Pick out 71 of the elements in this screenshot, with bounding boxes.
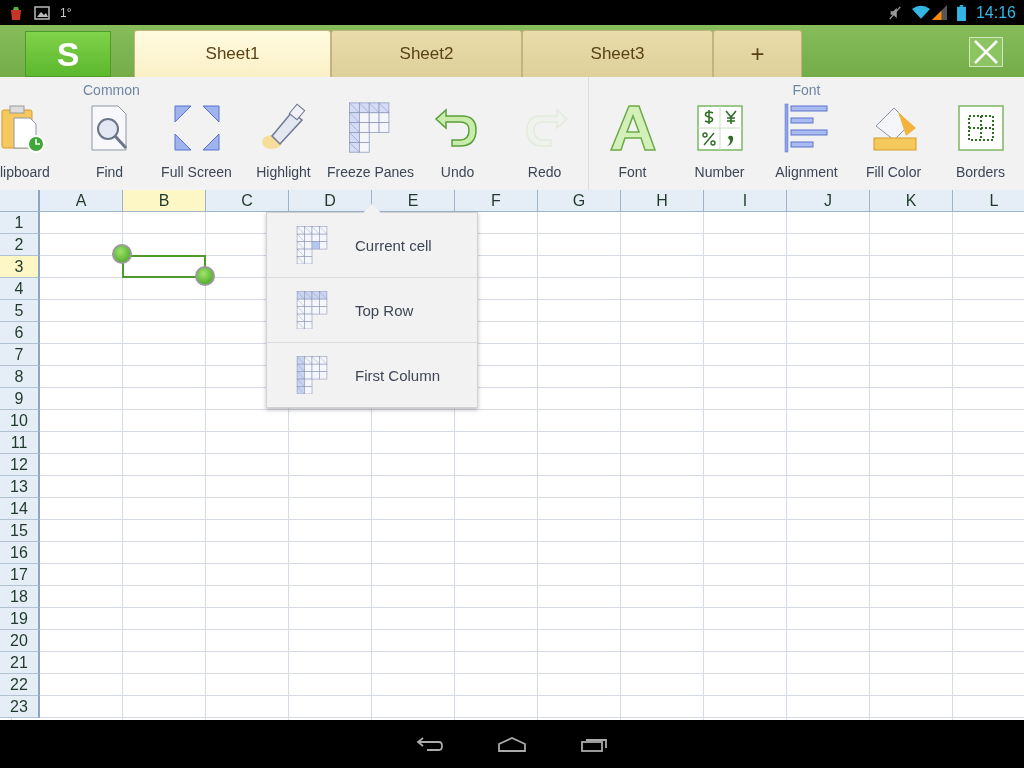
sheet-tab[interactable]: Sheet2 (331, 30, 522, 77)
row-header[interactable]: 10 (0, 410, 40, 432)
column-header[interactable]: C (206, 190, 289, 212)
menu-item[interactable]: Top Row (355, 301, 414, 319)
row-header[interactable]: 21 (0, 652, 40, 674)
row-header[interactable]: 17 (0, 564, 40, 586)
row-header[interactable]: 19 (0, 608, 40, 630)
row-header[interactable]: 18 (0, 586, 40, 608)
tool-label[interactable]: Borders (956, 164, 1005, 180)
column-header[interactable]: F (455, 190, 538, 212)
tool-label[interactable]: lipboard (0, 164, 50, 180)
selection-handle[interactable] (195, 266, 215, 286)
group-label: Font (792, 82, 821, 100)
selection-handle[interactable] (112, 244, 132, 264)
tool-label[interactable]: Find (95, 164, 124, 180)
row-header[interactable]: 7 (0, 344, 40, 366)
corner-header[interactable] (0, 190, 40, 212)
row-header[interactable]: 2 (0, 234, 40, 256)
row-header[interactable]: 23 (0, 696, 40, 718)
back-icon[interactable] (415, 736, 445, 752)
battery-icon (956, 4, 966, 21)
row-header[interactable]: 20 (0, 630, 40, 652)
row-header[interactable]: 22 (0, 674, 40, 696)
tool-label[interactable]: Fill Color (865, 164, 922, 180)
tool-label[interactable]: Full Screen (161, 164, 232, 180)
row-header[interactable]: 16 (0, 542, 40, 564)
row-header[interactable]: 3 (0, 256, 40, 278)
spreadsheet-grid[interactable]: A B C D E F G H I J K L 1 2 3 4 5 6 7 8 9 10 11 12 13 14 15 16 17 18 19 20 21 22 23 Current cell Top Row First Column (0, 190, 1024, 720)
row-header[interactable]: 5 (0, 300, 40, 322)
row-header[interactable]: 8 (0, 366, 40, 388)
close-icon[interactable] (969, 37, 1003, 67)
signal-icon (931, 5, 947, 20)
column-header[interactable]: D (289, 190, 372, 212)
row-header[interactable]: 14 (0, 498, 40, 520)
home-icon[interactable] (497, 736, 527, 752)
row-header[interactable]: 11 (0, 432, 40, 454)
column-header[interactable]: J (787, 190, 870, 212)
notification-text: 1° (60, 5, 72, 20)
tool-label[interactable]: Alignment (775, 164, 838, 180)
row-header[interactable]: 9 (0, 388, 40, 410)
recent-apps-icon[interactable] (579, 736, 609, 752)
tool-label[interactable]: Highlight (256, 164, 311, 180)
column-header[interactable]: A (40, 190, 123, 212)
wifi-icon (911, 5, 930, 20)
row-header[interactable]: 15 (0, 520, 40, 542)
sheet-tab[interactable]: Sheet1 (134, 30, 331, 77)
group-label: Common (83, 82, 140, 100)
tool-label[interactable]: Font (618, 164, 647, 180)
column-header[interactable]: L (953, 190, 1024, 212)
column-header[interactable]: E (372, 190, 455, 212)
column-header[interactable]: B (123, 190, 206, 212)
row-header[interactable]: 6 (0, 322, 40, 344)
tool-label[interactable]: Freeze Panes (326, 164, 415, 180)
menu-item[interactable]: First Column (355, 366, 440, 384)
tool-label[interactable]: Undo (440, 164, 475, 180)
sheet-tab[interactable]: Sheet3 (522, 30, 713, 77)
tool-label[interactable]: Number (694, 164, 745, 180)
column-header[interactable]: H (621, 190, 704, 212)
row-header[interactable]: 12 (0, 454, 40, 476)
add-sheet-tab[interactable]: + (713, 30, 802, 77)
column-header[interactable]: I (704, 190, 787, 212)
row-header[interactable]: 4 (0, 278, 40, 300)
menu-item[interactable]: Current cell (355, 236, 432, 254)
image-icon (34, 4, 50, 21)
mute-icon (887, 5, 902, 20)
row-header[interactable]: 13 (0, 476, 40, 498)
row-header[interactable]: 1 (0, 212, 40, 234)
column-header[interactable]: K (870, 190, 953, 212)
column-header[interactable]: G (538, 190, 621, 212)
clock-time: 14:16 (975, 3, 1016, 22)
app-notification-icon (8, 4, 24, 21)
